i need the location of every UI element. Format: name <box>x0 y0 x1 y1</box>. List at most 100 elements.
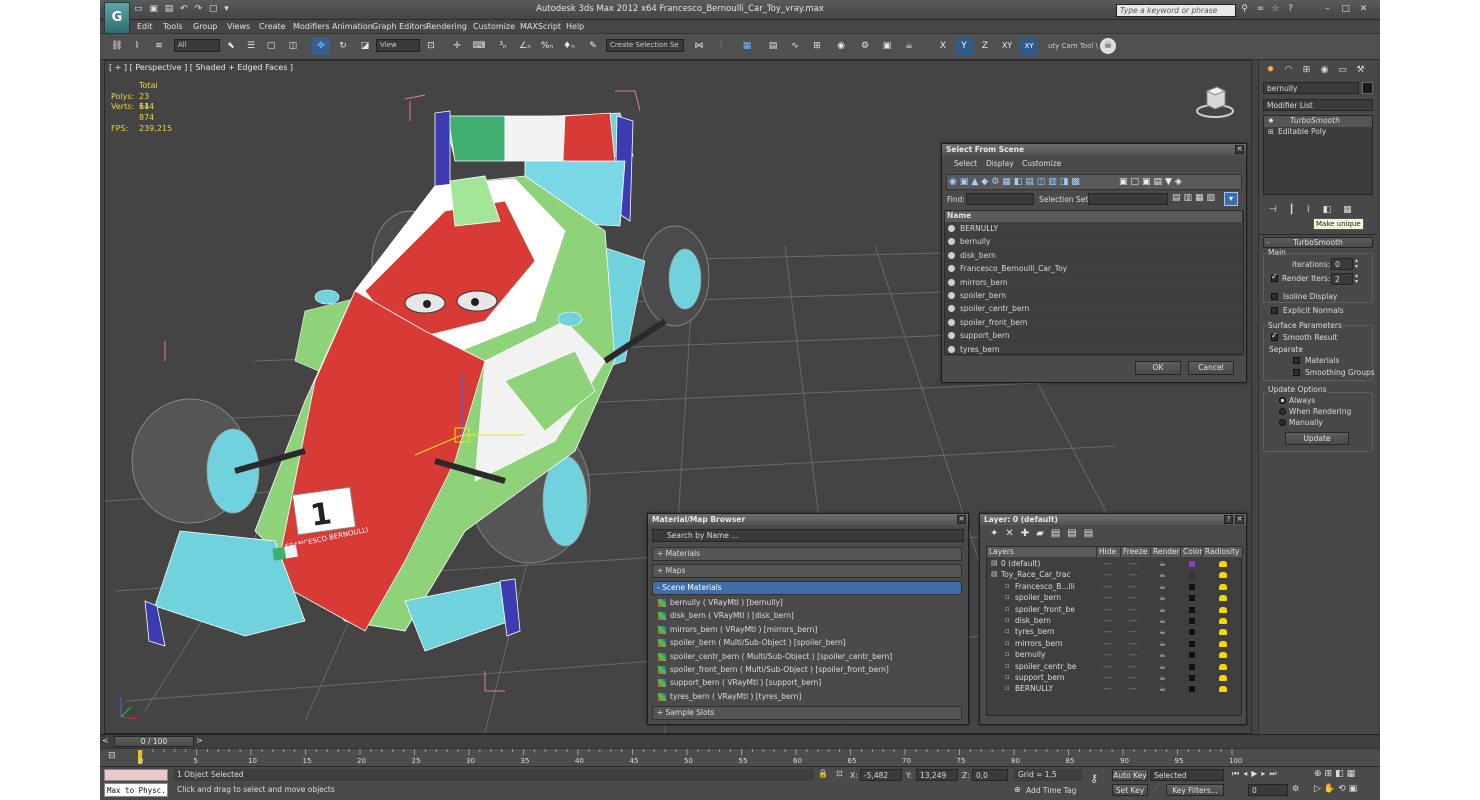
layer-row[interactable]: ▫ spoiler_centr_be --- --- ☕ <box>987 661 1243 672</box>
set-key-icon[interactable]: ⚷ <box>1090 772 1098 785</box>
layer-row[interactable]: ▫ tyres_bern --- --- ☕ <box>987 626 1243 637</box>
menu-edit[interactable]: Edit <box>137 21 153 33</box>
menu-modifiers[interactable]: Modifiers <box>293 21 330 33</box>
graphite-ribbon-icon[interactable]: ▤ <box>764 37 782 55</box>
absolute-mode-icon[interactable]: ⊡ <box>836 769 843 778</box>
scene-object-row[interactable]: spoiler_bern <box>945 289 1243 303</box>
menu-help[interactable]: Help <box>566 21 584 33</box>
modify-tab-icon[interactable]: ◠ <box>1281 63 1296 77</box>
layer-color-swatch[interactable] <box>1189 595 1195 602</box>
explicit-normals-checkbox[interactable] <box>1271 307 1278 314</box>
materials-section[interactable]: + Materials <box>652 547 962 561</box>
freeze-toggle[interactable]: --- <box>1129 683 1137 694</box>
scene-object-row[interactable]: bernully <box>945 235 1243 249</box>
ok-button[interactable]: OK <box>1135 361 1181 375</box>
update-button[interactable]: Update <box>1285 432 1349 445</box>
object-color-swatch[interactable] <box>1362 82 1373 94</box>
minimize-icon[interactable]: – <box>1322 4 1333 15</box>
hide-toggle[interactable]: --- <box>1103 604 1111 615</box>
named-selection-set-dropdown[interactable]: Create Selection Se <box>606 39 684 52</box>
layer-color-swatch[interactable] <box>1189 640 1195 647</box>
layer-color-swatch[interactable] <box>1189 561 1195 567</box>
set-key-button[interactable]: Set Key <box>1112 784 1148 796</box>
scene-material-row[interactable]: tyres_bern ( VRayMtl ) [tyres_bern] <box>656 690 956 703</box>
select-manipulate-icon[interactable]: ✛ <box>448 37 466 55</box>
select-menu-display[interactable]: Display <box>986 159 1014 169</box>
hide-toggle[interactable]: --- <box>1103 683 1111 694</box>
add-time-tag[interactable]: Add Time Tag <box>1026 786 1076 795</box>
render-iters-spinner[interactable]: 2 <box>1331 273 1353 285</box>
filter-type-icons[interactable]: ◉▣▲◆⚙▦◧▤◫▥◨▩ <box>949 177 1083 187</box>
menu-graph-editors[interactable]: Graph Editors <box>372 21 427 33</box>
scene-material-row[interactable]: support_bern ( VRayMtl ) [support_bern] <box>656 676 956 689</box>
radiosity-bulb-icon[interactable] <box>1219 583 1227 590</box>
radiosity-bulb-icon[interactable] <box>1219 617 1227 624</box>
layers-column-header[interactable]: Layers <box>987 547 1097 557</box>
bind-space-warp-icon[interactable]: ≋ <box>150 37 168 55</box>
scene-object-row[interactable]: BERNULLY <box>945 222 1243 236</box>
time-tag-icon[interactable]: ⊕ <box>1014 785 1021 794</box>
y-coord-field[interactable]: 13,249 <box>916 769 958 781</box>
render-teapot-icon[interactable]: ☕ <box>1159 649 1166 660</box>
schematic-view-icon[interactable]: ⊞ <box>808 37 826 55</box>
scene-material-row[interactable]: spoiler_bern ( Multi/Sub-Object ) [spoil… <box>656 636 956 649</box>
time-configuration-icon[interactable]: ⚙ <box>1292 784 1299 793</box>
hide-toggle[interactable]: --- <box>1103 661 1111 672</box>
layer-row[interactable]: ▤ Toy_Race_Car_trac --- --- ☕ <box>987 569 1243 580</box>
menu-tools[interactable]: Tools <box>163 21 183 33</box>
scene-material-row[interactable]: spoiler_centr_bern ( Multi/Sub-Object ) … <box>656 650 956 663</box>
radiosity-bulb-icon[interactable] <box>1219 561 1227 567</box>
close-icon[interactable]: ✕ <box>1358 4 1369 15</box>
manually-radio[interactable] <box>1279 419 1286 426</box>
scene-object-row[interactable]: spoiler_centr_bern <box>945 302 1243 316</box>
axis-z-button[interactable]: Z <box>976 37 994 55</box>
layer-toolbar-icons[interactable]: ✦✕✚▰▤▤▤ <box>990 528 1100 539</box>
menu-group[interactable]: Group <box>193 21 217 33</box>
keyboard-shortcut-icon[interactable]: ⌨ <box>470 37 488 55</box>
reference-coordinate-dropdown[interactable]: View <box>376 39 420 52</box>
align-icon[interactable]: ⫶ <box>712 37 730 55</box>
layer-row[interactable]: ▫ disk_bern --- --- ☕ <box>987 615 1243 626</box>
layer-color-swatch[interactable] <box>1189 617 1195 624</box>
scene-object-row[interactable]: tyres_bern <box>945 343 1243 356</box>
track-bar[interactable]: ⊟ 0 5 10 15 20 25 30 35 40 45 50 55 60 65 70 75 80 85 90 95… <box>100 748 1380 766</box>
layer-color-swatch[interactable] <box>1189 629 1195 636</box>
viewport-label[interactable]: [ + ] [ Perspective ] [ Shaded + Edged F… <box>109 63 293 72</box>
radiosity-bulb-icon[interactable] <box>1219 674 1227 681</box>
help-icon[interactable]: ? <box>1285 4 1296 15</box>
layer-color-swatch[interactable] <box>1189 686 1195 693</box>
maximize-icon[interactable]: □ <box>1340 4 1351 15</box>
iterations-spinner[interactable]: 0 <box>1331 258 1353 270</box>
window-crossing-icon[interactable]: ◫ <box>284 37 302 55</box>
always-radio[interactable] <box>1279 397 1286 404</box>
edit-named-selection-icon[interactable]: ✎ <box>584 37 602 55</box>
layer-row[interactable]: ▫ spoiler_front_be --- --- ☕ <box>987 604 1243 615</box>
render-teapot-icon[interactable]: ☕ <box>1159 604 1166 615</box>
mirror-icon[interactable]: ⋈ <box>690 37 708 55</box>
stack-expand-icon[interactable]: ⊞ <box>1268 127 1274 137</box>
layer-dialog-close-icon[interactable]: ✕ <box>1235 515 1244 524</box>
radiosity-bulb-icon[interactable] <box>1219 606 1227 613</box>
scene-object-row[interactable]: Francesco_Bernoulli_Car_Toy <box>945 262 1243 276</box>
motion-tab-icon[interactable]: ◉ <box>1317 63 1332 77</box>
freeze-toggle[interactable]: --- <box>1129 661 1137 672</box>
percent-snap-icon[interactable]: %ₙ <box>538 37 556 55</box>
time-slider-left-arrow-icon[interactable]: < <box>102 736 109 745</box>
freeze-toggle[interactable]: --- <box>1129 649 1137 660</box>
axis-x-button[interactable]: X <box>934 37 952 55</box>
smoothing-groups-checkbox[interactable] <box>1293 369 1300 376</box>
selection-set-dropdown[interactable] <box>1088 193 1168 205</box>
axis-xy-constraint-icon[interactable]: XY <box>1020 37 1038 55</box>
object-name-field[interactable]: bernully <box>1263 82 1359 94</box>
key-filters-icon[interactable]: ⟋ <box>1154 783 1160 793</box>
menu-views[interactable]: Views <box>227 21 250 33</box>
lock-selection-icon[interactable]: 🔒 <box>818 769 828 778</box>
scene-material-row[interactable]: mirrors_bern ( VRayMtl ) [mirrors_bern] <box>656 623 956 636</box>
filter-all-icons[interactable]: ▣□▣▤▼◈ <box>1119 177 1185 187</box>
current-frame-field[interactable]: 0 <box>1248 784 1288 796</box>
color-column-header[interactable]: Color <box>1181 547 1203 557</box>
render-teapot-icon[interactable]: ☕ <box>1159 661 1166 672</box>
hide-toggle[interactable]: --- <box>1103 581 1111 592</box>
scene-object-row[interactable]: disk_bern <box>945 249 1243 263</box>
hide-toggle[interactable]: --- <box>1103 558 1111 569</box>
